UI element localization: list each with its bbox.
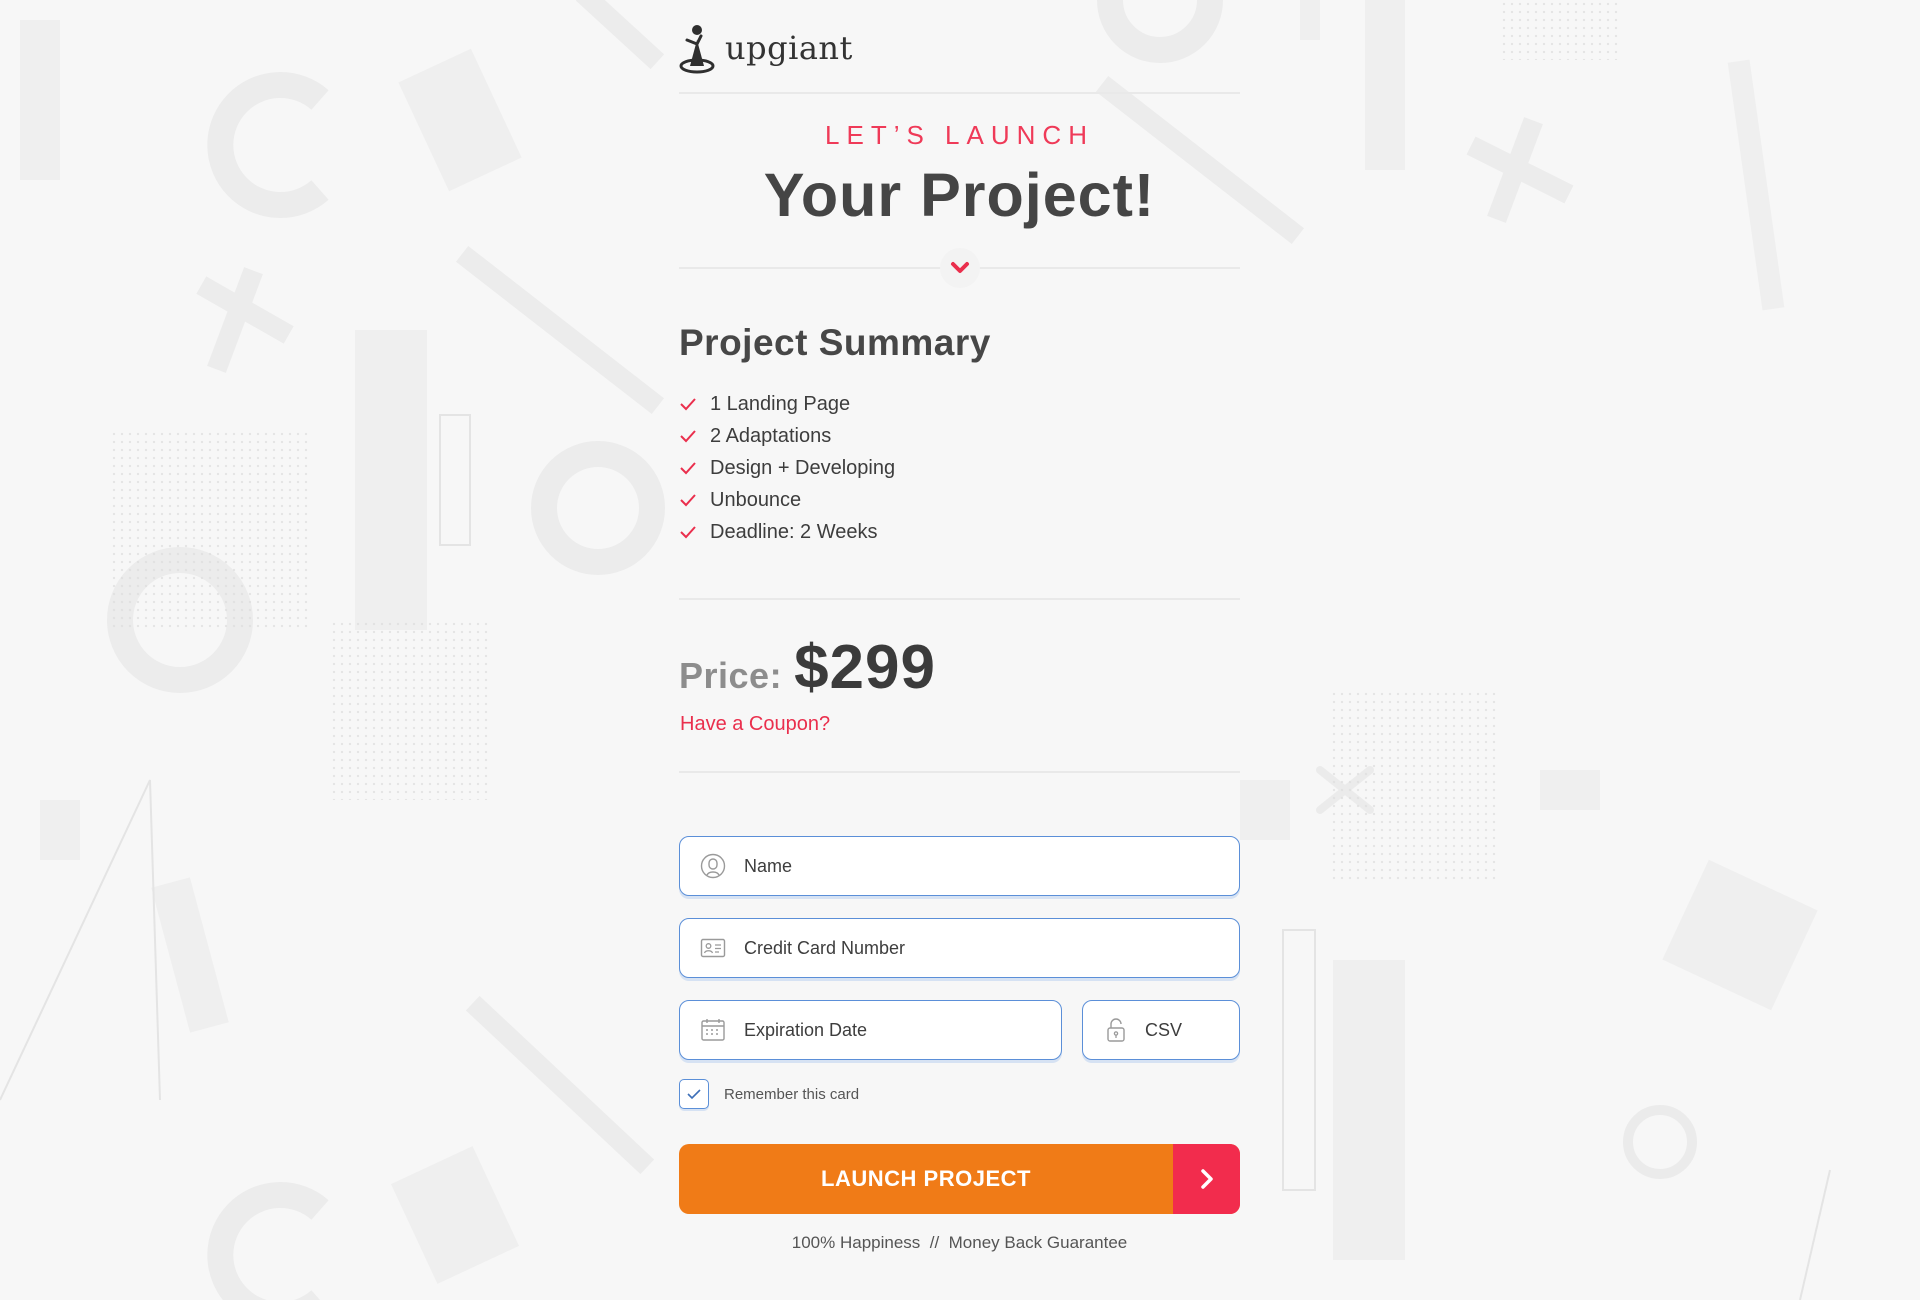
coupon-link[interactable]: Have a Coupon? [680,713,830,736]
user-icon [700,853,726,879]
dot-pattern [1500,0,1620,60]
check-icon [680,462,696,475]
divider [679,598,1240,600]
launch-button-label: LAUNCH PROJECT [821,1166,1031,1191]
name-field[interactable] [679,836,1240,896]
logo-mark-icon [679,25,715,74]
launch-project-button[interactable]: LAUNCH PROJECT [679,1144,1240,1214]
csv-field[interactable] [1082,1000,1240,1060]
list-item: Design + Developing [679,452,895,484]
list-item-label: Deadline: 2 Weeks [710,520,878,543]
list-item: 2 Adaptations [679,420,895,452]
price-value: $299 [794,633,936,702]
remember-card[interactable]: Remember this card [679,1079,859,1109]
scroll-down-button[interactable] [940,248,980,288]
check-icon [687,1089,701,1100]
brand-name: upgiant [725,29,853,67]
list-item-label: Unbounce [710,488,802,511]
expiration-date-input[interactable] [744,1019,1061,1041]
guarantee-text: 100% Happiness // Money Back Guarantee [791,1233,1128,1252]
price-row: Price: $299 [679,632,936,703]
launch-arrow [1173,1144,1240,1214]
list-item: Deadline: 2 Weeks [679,516,895,548]
summary-list: 1 Landing Page 2 Adaptations Design + De… [679,388,895,548]
lock-icon [1107,1018,1125,1042]
check-icon [680,526,696,539]
brand-logo[interactable]: upgiant [679,22,853,74]
expiration-date-field[interactable] [679,1000,1062,1060]
list-item-label: 2 Adaptations [710,424,832,447]
calendar-icon [701,1019,725,1041]
csv-input[interactable] [1145,1019,1239,1041]
hero-eyebrow: LET’S LAUNCH [825,120,1094,150]
check-icon [680,494,696,507]
divider [679,92,1240,94]
price-label: Price: [679,655,783,696]
id-card-icon [700,938,726,958]
check-icon [680,398,696,411]
list-item-label: 1 Landing Page [710,392,851,415]
name-input[interactable] [744,855,1239,877]
card-number-field[interactable] [679,918,1240,978]
summary-title: Project Summary [679,322,991,363]
launch-card: upgiant LET’S LAUNCH Your Project! Proje… [679,0,1240,1300]
remember-label: Remember this card [724,1085,860,1103]
check-icon [680,430,696,443]
list-item: 1 Landing Page [679,388,895,420]
divider [679,771,1240,773]
page-title: Your Project! [763,161,1156,229]
list-item: Unbounce [679,484,895,516]
chevron-down-icon [951,262,969,273]
dot-pattern [330,620,490,800]
chevron-right-icon [1200,1169,1213,1189]
dot-pattern [1330,690,1500,880]
remember-checkbox[interactable] [679,1079,709,1109]
card-number-input[interactable] [744,937,1239,959]
list-item-label: Design + Developing [710,456,896,479]
dot-pattern [110,430,310,630]
